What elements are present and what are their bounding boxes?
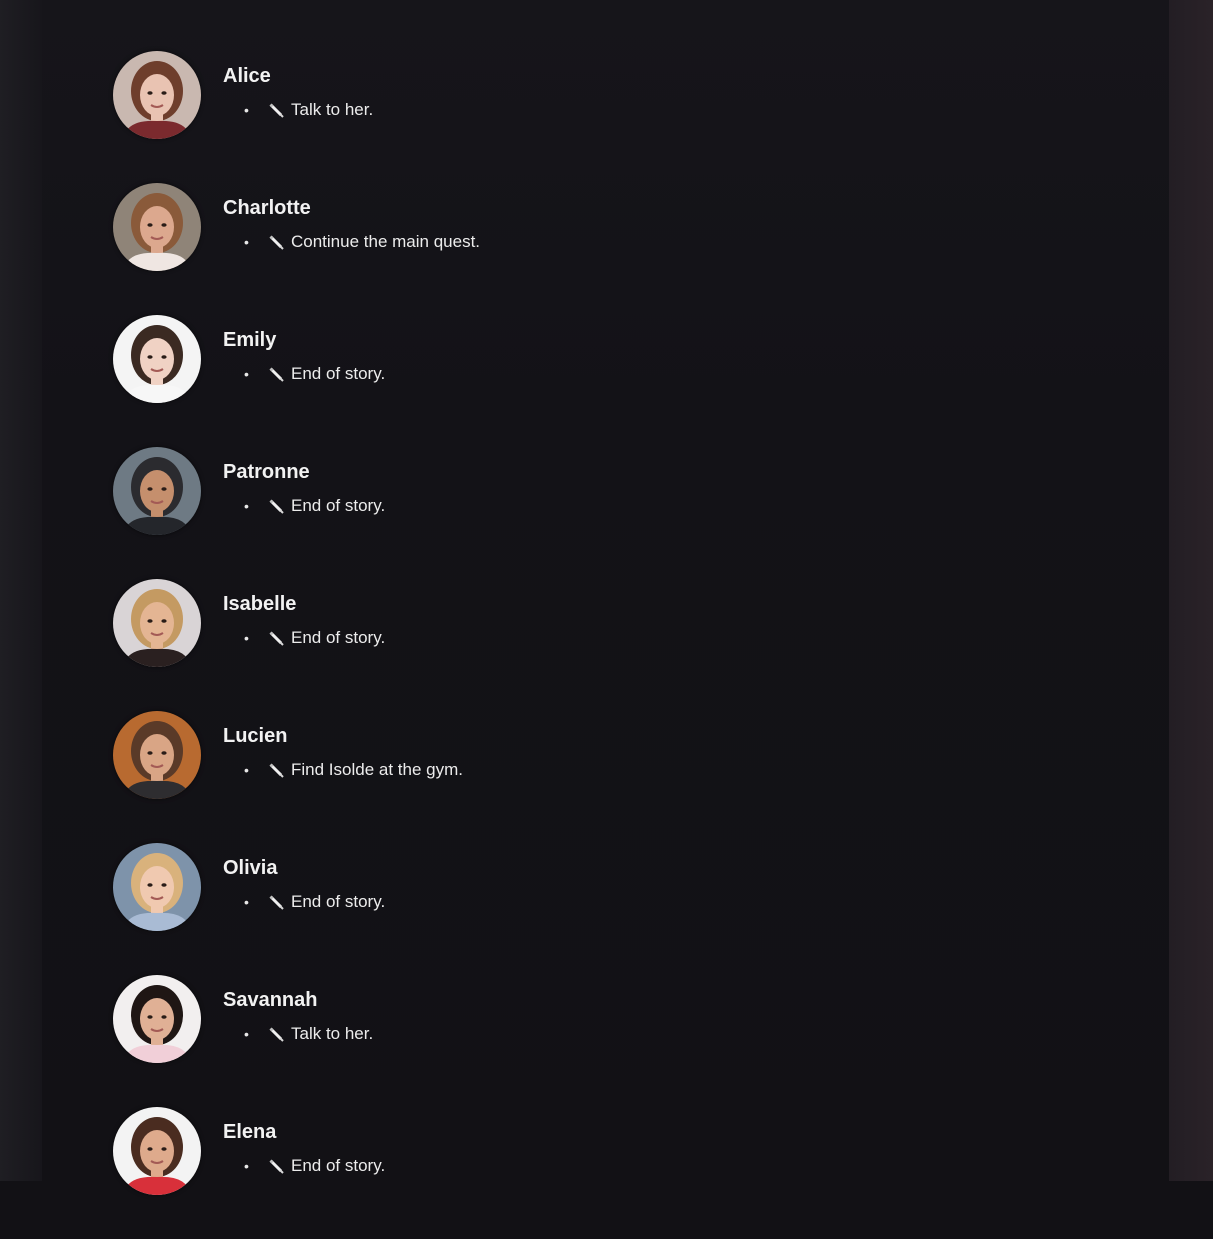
task-list: • End of story. <box>223 1155 385 1177</box>
character-row: Alice • Talk to her. <box>113 51 1013 139</box>
task-item: • Continue the main quest. <box>223 231 480 253</box>
task-text: Talk to her. <box>291 1024 374 1043</box>
task-item: • Talk to her. <box>223 1023 373 1045</box>
task-text: End of story. <box>291 892 386 911</box>
portrait-image <box>113 447 201 535</box>
bullet: • <box>244 762 249 778</box>
character-name: Lucien <box>223 725 288 747</box>
task-list: • Talk to her. <box>223 99 373 121</box>
portrait-image <box>113 1107 201 1195</box>
task-text: End of story. <box>291 1156 386 1175</box>
task-list: • End of story. <box>223 891 385 913</box>
avatar <box>113 843 201 931</box>
character-row: Patronne • End of story. <box>113 447 1013 535</box>
bullet: • <box>244 102 249 118</box>
portrait-image <box>113 315 201 403</box>
task-text: End of story. <box>291 496 386 515</box>
task-item: • End of story. <box>223 627 385 649</box>
character-name: Savannah <box>223 989 318 1011</box>
task-text: End of story. <box>291 628 386 647</box>
task-list: • Talk to her. <box>223 1023 373 1045</box>
pencil-icon <box>269 1159 284 1174</box>
avatar <box>113 51 201 139</box>
task-list: • End of story. <box>223 495 385 517</box>
portrait-image <box>113 579 201 667</box>
avatar <box>113 447 201 535</box>
task-item: • End of story. <box>223 1155 385 1177</box>
avatar <box>113 975 201 1063</box>
character-row: Olivia • End of story. <box>113 843 1013 931</box>
character-name: Isabelle <box>223 593 297 615</box>
task-text: End of story. <box>291 364 386 383</box>
bullet: • <box>244 1158 249 1174</box>
character-name: Elena <box>223 1121 277 1143</box>
character-name: Alice <box>223 65 271 87</box>
character-name: Olivia <box>223 857 278 879</box>
bullet: • <box>244 630 249 646</box>
character-row: Charlotte • Continue the main quest. <box>113 183 1013 271</box>
task-list: • Continue the main quest. <box>223 231 480 253</box>
task-item: • Talk to her. <box>223 99 373 121</box>
pencil-icon <box>269 235 284 250</box>
pencil-icon <box>269 103 284 118</box>
task-list: • Find Isolde at the gym. <box>223 759 463 781</box>
bullet: • <box>244 366 249 382</box>
pencil-icon <box>269 499 284 514</box>
task-text: Find Isolde at the gym. <box>291 760 463 779</box>
avatar <box>113 183 201 271</box>
task-item: • End of story. <box>223 363 385 385</box>
pencil-icon <box>269 1027 284 1042</box>
task-item: • End of story. <box>223 891 385 913</box>
task-list: • End of story. <box>223 627 385 649</box>
portrait-image <box>113 51 201 139</box>
task-list: • End of story. <box>223 363 385 385</box>
pencil-icon <box>269 367 284 382</box>
portrait-image <box>113 183 201 271</box>
character-row: Emily • End of story. <box>113 315 1013 403</box>
bullet: • <box>244 1026 249 1042</box>
pencil-icon <box>269 631 284 646</box>
character-row: Elena • End of story. <box>113 1107 1013 1195</box>
character-name: Charlotte <box>223 197 311 219</box>
pencil-icon <box>269 763 284 778</box>
avatar <box>113 315 201 403</box>
character-name: Emily <box>223 329 277 351</box>
bullet: • <box>244 234 249 250</box>
task-text: Talk to her. <box>291 100 374 119</box>
portrait-image <box>113 711 201 799</box>
portrait-image <box>113 975 201 1063</box>
avatar <box>113 579 201 667</box>
pencil-icon <box>269 895 284 910</box>
character-name: Patronne <box>223 461 310 483</box>
task-item: • Find Isolde at the gym. <box>223 759 463 781</box>
character-row: Lucien • Find Isolde at the gym. <box>113 711 1013 799</box>
character-row: Savannah • Talk to her. <box>113 975 1013 1063</box>
task-text: Continue the main quest. <box>291 232 481 251</box>
bullet: • <box>244 498 249 514</box>
character-row: Isabelle • End of story. <box>113 579 1013 667</box>
portrait-image <box>113 843 201 931</box>
bullet: • <box>244 894 249 910</box>
avatar <box>113 1107 201 1195</box>
avatar <box>113 711 201 799</box>
task-item: • End of story. <box>223 495 385 517</box>
character-list: Alice • Talk to her. Charlotte • Continue th… <box>113 51 1013 1239</box>
